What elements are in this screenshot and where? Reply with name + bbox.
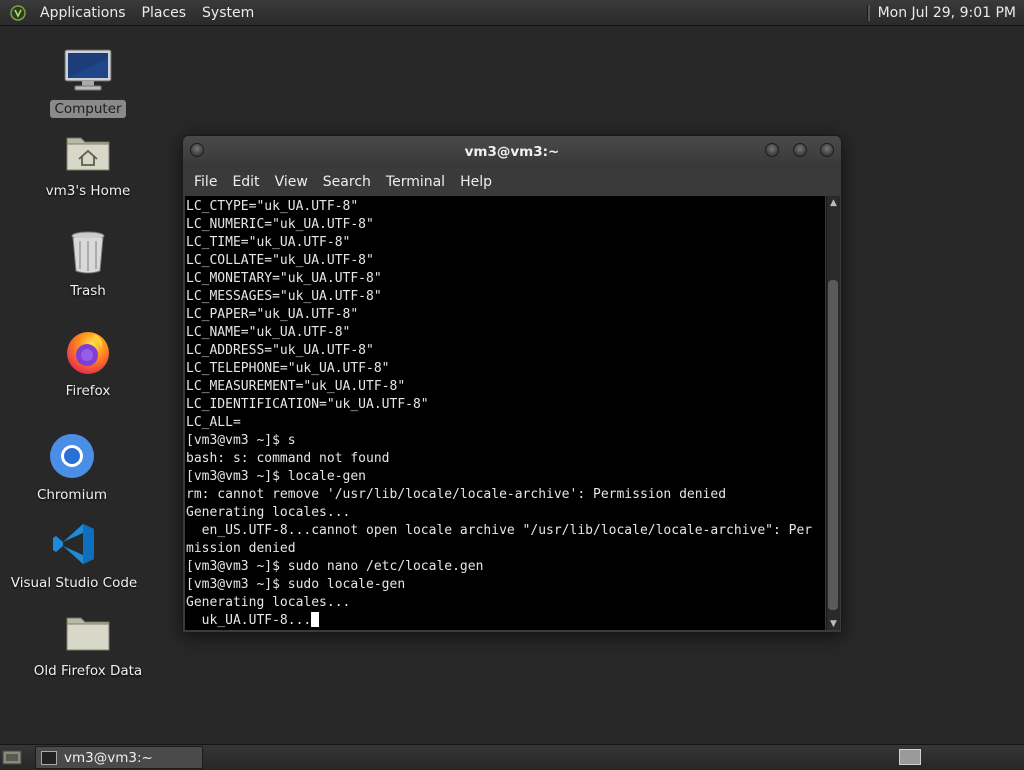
terminal-line: [vm3@vm3 ~]$ locale-gen [186,469,367,484]
terminal-scrollbar[interactable]: ▲ ▼ [826,196,840,630]
clock[interactable]: Mon Jul 29, 9:01 PM [878,5,1016,21]
top-panel: Applications Places System Mon Jul 29, 9… [0,0,1024,26]
desktop-icon-label: Chromium [36,487,108,503]
desktop-icon-vscode[interactable]: Visual Studio Code [11,518,137,592]
taskbar-item-terminal[interactable]: vm3@vm3:~ [35,746,203,769]
menu-applications[interactable]: Applications [32,5,134,21]
desktop-icon-home[interactable]: vm3's Home [28,126,148,200]
desktop-icon-label: Trash [70,283,106,299]
vscode-icon [48,518,100,570]
terminal-line: [vm3@vm3 ~]$ s [186,433,296,448]
terminal-line: LC_TELEPHONE="uk_UA.UTF-8" [186,361,390,376]
terminal-line: [vm3@vm3 ~]$ sudo nano /etc/locale.gen [186,559,484,574]
terminal-line: mission denied [186,541,296,556]
terminal-line: uk_UA.UTF-8... [186,613,312,628]
terminal-body[interactable]: LC_CTYPE="uk_UA.UTF-8" LC_NUMERIC="uk_UA… [185,196,825,630]
menu-edit[interactable]: Edit [225,174,267,190]
terminal-line: en_US.UTF-8...cannot open locale archive… [186,523,813,538]
firefox-icon [62,326,114,378]
desktop-icon-label: Computer [50,100,126,118]
menu-terminal[interactable]: Terminal [379,174,453,190]
chromium-icon [46,430,98,482]
terminal-line: LC_NAME="uk_UA.UTF-8" [186,325,351,340]
maximize-button[interactable] [793,143,807,157]
terminal-output: LC_CTYPE="uk_UA.UTF-8" LC_NUMERIC="uk_UA… [185,196,825,630]
desktop-icon-computer[interactable]: Computer [28,44,148,118]
terminal-line: rm: cannot remove '/usr/lib/locale/local… [186,487,727,502]
scroll-up-icon[interactable]: ▲ [827,196,840,209]
terminal-cursor [311,612,320,627]
terminal-line: LC_ALL= [186,415,241,430]
terminal-line: LC_CTYPE="uk_UA.UTF-8" [186,199,359,214]
desktop-icon-firefox[interactable]: Firefox [28,326,148,400]
desktop-icon-old-firefox-data[interactable]: Old Firefox Data [28,606,148,680]
terminal-line: LC_NUMERIC="uk_UA.UTF-8" [186,217,374,232]
terminal-line: LC_COLLATE="uk_UA.UTF-8" [186,253,374,268]
desktop-icon-label: vm3's Home [45,183,131,199]
window-title: vm3@vm3:~ [464,144,560,160]
terminal-line: Generating locales... [186,595,351,610]
scroll-down-icon[interactable]: ▼ [827,617,840,630]
window-menu-icon[interactable] [190,143,204,157]
desktop-icon-label: Firefox [65,383,111,399]
computer-icon [62,44,114,96]
workspace-switcher[interactable] [899,749,921,765]
terminal-window: vm3@vm3:~ File Edit View Search Terminal… [182,135,842,633]
terminal-line: [vm3@vm3 ~]$ sudo locale-gen [186,577,406,592]
terminal-line: LC_ADDRESS="uk_UA.UTF-8" [186,343,374,358]
terminal-line: Generating locales... [186,505,351,520]
terminal-line: LC_TIME="uk_UA.UTF-8" [186,235,351,250]
taskbar-item-label: vm3@vm3:~ [64,749,153,766]
panel-separator [866,4,870,21]
scrollbar-thumb[interactable] [828,280,838,610]
home-folder-icon [62,126,114,178]
terminal-line: LC_MEASUREMENT="uk_UA.UTF-8" [186,379,406,394]
trash-icon [62,226,114,278]
distro-logo-icon[interactable] [10,4,26,21]
bottom-panel: vm3@vm3:~ [0,744,1024,769]
terminal-line: bash: s: command not found [186,451,390,466]
terminal-line: LC_MONETARY="uk_UA.UTF-8" [186,271,382,286]
menu-view[interactable]: View [268,174,316,190]
desktop-icon-label: Visual Studio Code [10,575,138,591]
menu-system[interactable]: System [194,5,262,21]
minimize-button[interactable] [765,143,779,157]
menu-search[interactable]: Search [316,174,379,190]
menu-help[interactable]: Help [453,174,500,190]
terminal-line: LC_MESSAGES="uk_UA.UTF-8" [186,289,382,304]
menu-file[interactable]: File [187,174,225,190]
terminal-line: LC_IDENTIFICATION="uk_UA.UTF-8" [186,397,429,412]
desktop-icon-label: Old Firefox Data [33,663,143,679]
terminal-icon [41,750,57,765]
desktop-icon-chromium[interactable]: Chromium [12,430,132,504]
close-button[interactable] [820,143,834,157]
window-titlebar[interactable]: vm3@vm3:~ [183,136,841,168]
desktop-icon-trash[interactable]: Trash [28,226,148,300]
terminal-line: LC_PAPER="uk_UA.UTF-8" [186,307,359,322]
menu-places[interactable]: Places [134,5,195,21]
show-desktop-icon[interactable] [2,748,22,766]
folder-icon [62,606,114,658]
terminal-menubar: File Edit View Search Terminal Help [183,168,841,195]
